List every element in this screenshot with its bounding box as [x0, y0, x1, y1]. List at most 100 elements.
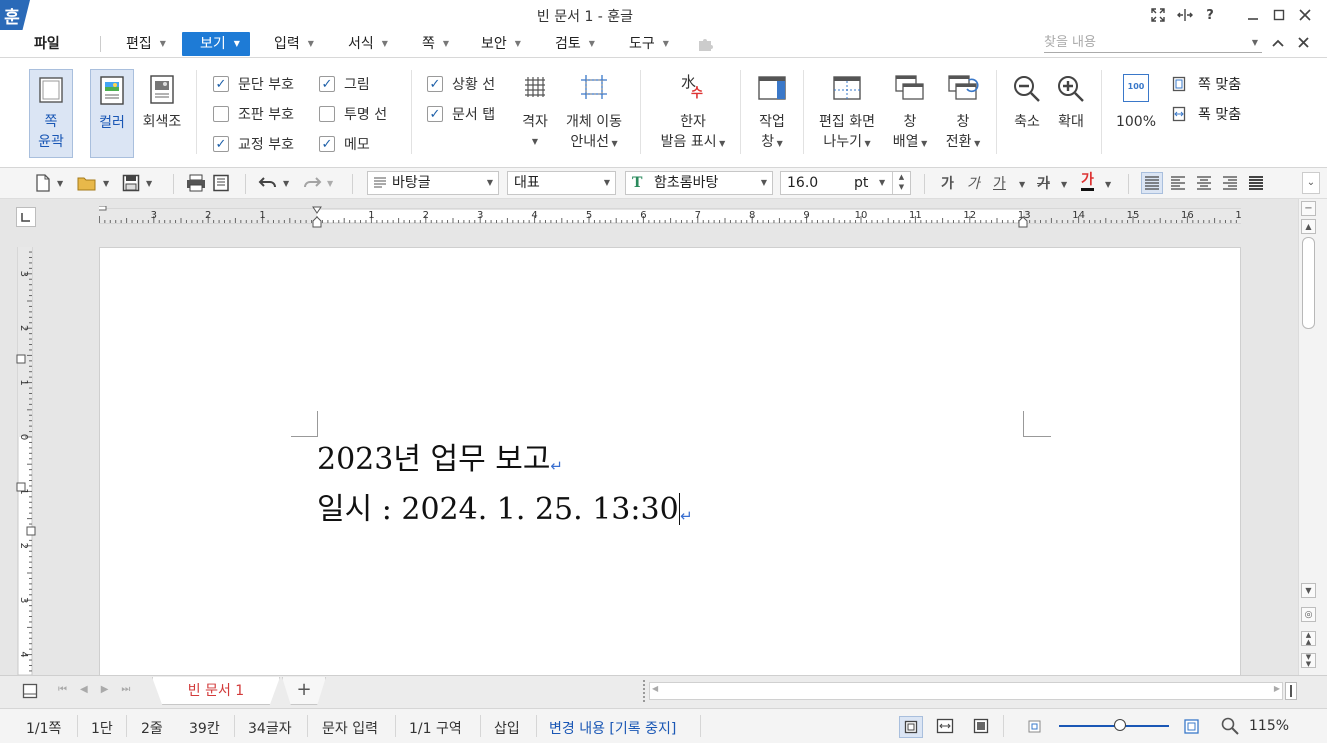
zoom-slider-thumb[interactable] [1113, 719, 1126, 731]
vertical-scrollbar[interactable]: − ▲ ▼ ◎ ▲ ▲ ▼ ▼ [1298, 199, 1317, 675]
tab-document[interactable]: 빈 문서 1 [152, 677, 280, 705]
width-view-icon[interactable] [936, 718, 954, 738]
checkbox[interactable]: ✓ [319, 76, 335, 92]
status-track-changes[interactable]: 변경 내용 [기록 중지] [549, 718, 676, 738]
check-document-tab[interactable]: ✓ 문서 탭 [427, 104, 495, 124]
menu-insert[interactable]: 입력 ▼ [274, 32, 314, 56]
horizontal-scrollbar[interactable]: ◀ ▶ [649, 682, 1283, 700]
checkbox[interactable]: ✓ [427, 76, 443, 92]
checkbox[interactable]: ✓ [319, 136, 335, 152]
puzzle-icon[interactable] [696, 36, 714, 56]
align-distribute-button[interactable] [1245, 172, 1267, 194]
checkbox[interactable] [319, 106, 335, 122]
underline-button[interactable]: 가 [993, 173, 1006, 193]
object-guide-button[interactable]: 개체 이동 안내선 ▼ [560, 74, 628, 154]
status-section[interactable]: 1/1 구역 [409, 718, 462, 738]
bold-button[interactable]: 가 [941, 173, 954, 193]
size-spinner[interactable]: ▲ ▼ [892, 172, 910, 194]
print-icon[interactable] [186, 173, 206, 193]
checkbox[interactable]: ✓ [213, 76, 229, 92]
grayscale-button[interactable]: 회색조 [138, 69, 186, 158]
page-view-icon[interactable] [899, 716, 923, 738]
add-tab-button[interactable]: + [282, 677, 326, 705]
page-outline-button[interactable]: 쪽 윤곽 [29, 69, 73, 158]
menu-review[interactable]: 검토 ▼ [555, 32, 595, 56]
check-transparent-line[interactable]: 투명 선 [319, 104, 387, 124]
zoom-out-button[interactable]: 축소 [1008, 74, 1046, 132]
menu-security[interactable]: 보안 ▼ [481, 32, 521, 56]
italic-button[interactable]: 가 [967, 173, 980, 193]
split-view-button[interactable]: 편집 화면 나누기 ▼ [812, 74, 882, 154]
font-size-input[interactable]: 16.0 pt ▼ ▲ ▼ [780, 171, 911, 195]
align-center-button[interactable] [1193, 172, 1215, 194]
font-select[interactable]: T 함초롬바탕 ▼ [625, 171, 773, 195]
align-justify-button[interactable] [1141, 172, 1163, 194]
menu-edit[interactable]: 편집 ▼ [126, 32, 166, 56]
check-paragraph-mark[interactable]: ✓ 문단 부호 [213, 74, 294, 94]
check-memo[interactable]: ✓ 메모 [319, 134, 370, 154]
next-page-icon[interactable]: ▼ ▼ [1301, 653, 1316, 668]
splitter-handle[interactable] [643, 680, 647, 702]
check-status-line[interactable]: ✓ 상황 선 [427, 74, 495, 94]
menu-page[interactable]: 쪽 ▼ [422, 32, 449, 56]
full-view-icon[interactable] [973, 718, 989, 738]
horizontal-ruler[interactable]: 3211234567891011121314151617 [99, 206, 1241, 228]
fit-page-button[interactable]: 쪽 맞춤 [1172, 74, 1241, 94]
status-page[interactable]: 1/1쪽 [26, 718, 61, 738]
zoom-in-button[interactable]: 확대 [1052, 74, 1090, 132]
document-page[interactable] [99, 247, 1241, 675]
task-pane-button[interactable]: 작업 창 ▼ [752, 74, 792, 154]
undo-icon[interactable]: ▼ [258, 173, 289, 193]
chevron-down-icon[interactable]: ▼ [879, 172, 885, 194]
scroll-minimize-icon[interactable]: − [1301, 201, 1316, 216]
zoom-100-button[interactable]: 100 100% [1112, 74, 1160, 132]
sheet-view-icon[interactable] [22, 683, 38, 703]
collapse-ribbon-icon[interactable] [1272, 37, 1284, 52]
help-icon[interactable]: ? [1198, 4, 1222, 26]
maximize-icon[interactable] [1267, 4, 1291, 26]
zoom-magnifier-icon[interactable] [1221, 717, 1239, 739]
document-line[interactable]: 일시 : 2024. 1. 25. 13:30 ↵ [317, 484, 693, 528]
status-input-mode[interactable]: 문자 입력 [322, 718, 378, 738]
prev-page-icon[interactable]: ▲ ▲ [1301, 631, 1316, 646]
chevron-down-icon[interactable]: ▼ [1019, 180, 1025, 189]
menu-file[interactable]: 파일 [34, 32, 60, 56]
check-proof-mark[interactable]: ✓ 교정 부호 [213, 134, 294, 154]
zoom-percentage[interactable]: 115% [1249, 718, 1289, 734]
checkbox[interactable]: ✓ [427, 106, 443, 122]
ruler-corner[interactable] [16, 207, 36, 227]
close-icon[interactable] [1293, 4, 1317, 26]
chevron-down-icon[interactable]: ▼ [1105, 180, 1111, 189]
scroll-left-icon[interactable]: ◀ [652, 684, 658, 693]
redo-icon[interactable]: ▼ [302, 173, 333, 193]
switch-window-button[interactable]: 창 전환 ▼ [942, 74, 984, 154]
font-color-button[interactable]: 가 [1081, 173, 1094, 191]
menu-view[interactable]: 보기 ▼ [182, 32, 250, 56]
align-left-button[interactable] [1167, 172, 1189, 194]
scroll-thumb[interactable] [1302, 237, 1315, 329]
minimize-icon[interactable] [1241, 4, 1265, 26]
color-button[interactable]: 컬러 [90, 69, 134, 158]
hanja-pronunciation-button[interactable]: 水 수 한자 발음 표시 ▼ [655, 73, 731, 154]
close-document-icon[interactable] [1298, 37, 1309, 52]
scroll-up-icon[interactable]: ▲ [1301, 219, 1316, 234]
checkbox[interactable]: ✓ [213, 136, 229, 152]
preview-icon[interactable] [212, 173, 230, 193]
zoom-plus-icon[interactable] [1184, 719, 1199, 738]
toolbar-expand-icon[interactable]: ⌄ [1302, 172, 1320, 194]
menu-format[interactable]: 서식 ▼ [348, 32, 388, 56]
check-control-code[interactable]: 조판 부호 [213, 104, 294, 124]
document-line[interactable]: 2023년 업무 보고↵ [317, 434, 563, 478]
fit-width-button[interactable]: 폭 맞춤 [1172, 104, 1241, 124]
tab-navigation[interactable]: ⏮◀▶⏭ [58, 684, 143, 695]
scroll-down-icon[interactable]: ▼ [1301, 583, 1316, 598]
checkbox[interactable] [213, 106, 229, 122]
style-select[interactable]: 바탕글 ▼ [367, 171, 499, 195]
arrange-windows-button[interactable]: 창 배열 ▼ [890, 74, 930, 154]
scroll-split-icon[interactable] [1285, 682, 1297, 700]
new-document-icon[interactable]: ▼ [35, 173, 63, 193]
align-right-button[interactable] [1219, 172, 1241, 194]
status-insert-mode[interactable]: 삽입 [494, 718, 520, 738]
split-icon[interactable] [1173, 4, 1197, 26]
chevron-down-icon[interactable]: ▼ [1252, 33, 1258, 53]
